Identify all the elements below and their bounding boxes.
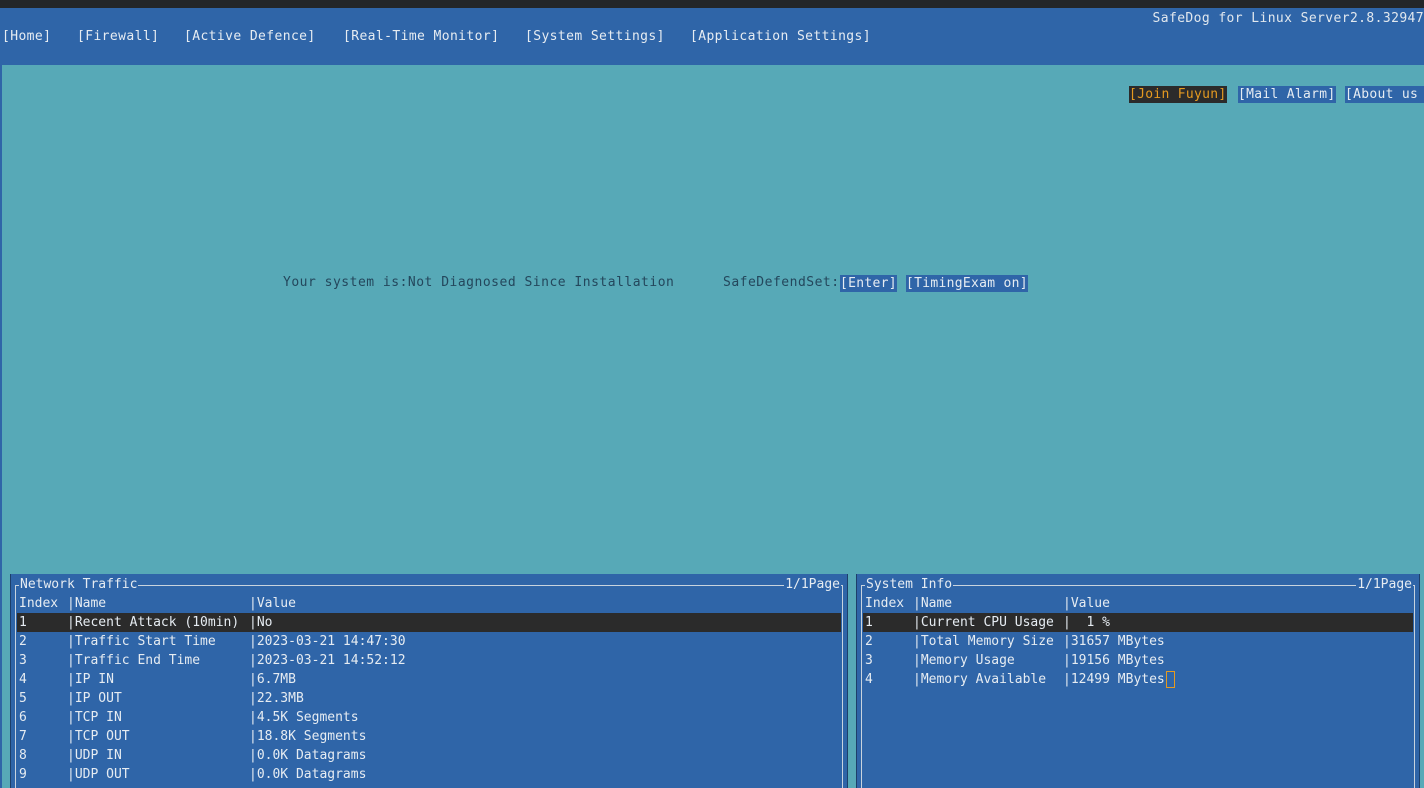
table-row[interactable]: 2 |Total Memory Size |31657 MBytes — [863, 632, 1413, 651]
header-name: |Name — [67, 596, 107, 611]
app-title: SafeDog for Linux Server2.8.32947 — [1152, 11, 1424, 26]
header-value: |Value — [1063, 596, 1110, 611]
menu-system-settings[interactable]: [System Settings] — [525, 29, 665, 44]
table-row[interactable]: 4 |IP IN |6.7MB — [17, 670, 841, 689]
row-index: 2 — [19, 634, 27, 649]
header-value: |Value — [249, 596, 296, 611]
header-name: |Name — [913, 596, 953, 611]
row-index: 6 — [19, 710, 27, 725]
row-index: 5 — [19, 691, 27, 706]
menu-application-settings[interactable]: [Application Settings] — [690, 29, 871, 44]
row-name: |Recent Attack (10min) — [67, 615, 240, 630]
join-fuyun-button[interactable]: [Join Fuyun] — [1129, 86, 1227, 103]
row-value: |31657 MBytes — [1063, 634, 1165, 649]
row-value: | 1 % — [1063, 615, 1110, 630]
table-row[interactable]: 3 |Traffic End Time |2023-03-21 14:52:12 — [17, 651, 841, 670]
row-value: |0.0K Datagrams — [249, 748, 367, 763]
row-index: 3 — [19, 653, 27, 668]
table-row[interactable]: 4 |Memory Available |12499 MBytes — [863, 670, 1413, 689]
row-name: |UDP OUT — [67, 767, 130, 782]
table-row[interactable]: 1 |Recent Attack (10min) |No — [17, 613, 841, 632]
enter-button[interactable]: [Enter] — [840, 275, 897, 292]
row-index: 4 — [19, 672, 27, 687]
row-value: |6.7MB — [249, 672, 296, 687]
text-cursor — [1165, 671, 1175, 688]
panel-page-indicator: 1/1Page — [1356, 577, 1413, 592]
about-us-button[interactable]: [About us — [1345, 86, 1424, 103]
table-row[interactable]: 7 |TCP OUT |18.8K Segments — [17, 727, 841, 746]
row-value: |2023-03-21 14:47:30 — [249, 634, 406, 649]
table-header: Index |Name |Value — [863, 594, 1413, 613]
row-value: |0.0K Datagrams — [249, 767, 367, 782]
system-info-panel: System Info 1/1Page Index |Name |Value 1… — [856, 574, 1420, 788]
table-row[interactable]: 1 |Current CPU Usage | 1 % — [863, 613, 1413, 632]
row-index: 3 — [865, 653, 873, 668]
row-name: |UDP IN — [67, 748, 122, 763]
row-index: 2 — [865, 634, 873, 649]
table-row[interactable]: 2 |Traffic Start Time |2023-03-21 14:47:… — [17, 632, 841, 651]
menu-real-time-monitor[interactable]: [Real-Time Monitor] — [343, 29, 499, 44]
table-row[interactable]: 9 |UDP OUT |0.0K Datagrams — [17, 765, 841, 784]
table-header: Index |Name |Value — [17, 594, 841, 613]
row-value: |12499 MBytes — [1063, 672, 1165, 687]
menu-bar: SafeDog for Linux Server2.8.32947 [Home]… — [0, 8, 1424, 65]
table-row[interactable]: 5 |IP OUT |22.3MB — [17, 689, 841, 708]
row-name: |IP OUT — [67, 691, 122, 706]
network-traffic-panel: Network Traffic 1/1Page Index |Name |Val… — [10, 574, 848, 788]
terminal-screen: SafeDog for Linux Server2.8.32947 [Home]… — [0, 0, 1424, 788]
panel-title: Network Traffic — [19, 577, 139, 592]
row-value: |4.5K Segments — [249, 710, 359, 725]
row-value: |2023-03-21 14:52:12 — [249, 653, 406, 668]
row-value: |22.3MB — [249, 691, 304, 706]
header-index: Index — [865, 596, 905, 611]
row-value: |19156 MBytes — [1063, 653, 1165, 668]
timing-exam-button[interactable]: [TimingExam on] — [906, 275, 1028, 292]
menu-firewall[interactable]: [Firewall] — [77, 29, 159, 44]
row-index: 9 — [19, 767, 27, 782]
row-name: |TCP IN — [67, 710, 122, 725]
system-status-text: Your system is:Not Diagnosed Since Insta… — [283, 275, 675, 290]
row-name: |Current CPU Usage — [913, 615, 1054, 630]
row-value: |18.8K Segments — [249, 729, 367, 744]
row-value: |No — [249, 615, 273, 630]
row-index: 1 — [865, 615, 873, 630]
menu-home[interactable]: [Home] — [2, 29, 51, 44]
panel-title: System Info — [865, 577, 954, 592]
row-name: |TCP OUT — [67, 729, 130, 744]
row-name: |Memory Available — [913, 672, 1047, 687]
left-border — [0, 65, 2, 788]
row-name: |IP IN — [67, 672, 114, 687]
mail-alarm-button[interactable]: [Mail Alarm] — [1238, 86, 1336, 103]
menu-active-defence[interactable]: [Active Defence] — [184, 29, 316, 44]
row-index: 4 — [865, 672, 873, 687]
row-index: 1 — [19, 615, 27, 630]
row-name: |Traffic End Time — [67, 653, 201, 668]
table-row[interactable]: 6 |TCP IN |4.5K Segments — [17, 708, 841, 727]
header-index: Index — [19, 596, 59, 611]
panel-page-indicator: 1/1Page — [784, 577, 841, 592]
row-name: |Traffic Start Time — [67, 634, 216, 649]
row-index: 8 — [19, 748, 27, 763]
row-name: |Memory Usage — [913, 653, 1015, 668]
table-row[interactable]: 3 |Memory Usage |19156 MBytes — [863, 651, 1413, 670]
table-row[interactable]: 8 |UDP IN |0.0K Datagrams — [17, 746, 841, 765]
row-index: 7 — [19, 729, 27, 744]
safe-defend-label: SafeDefendSet: — [723, 275, 840, 290]
window-top-edge — [0, 0, 1424, 8]
row-name: |Total Memory Size — [913, 634, 1054, 649]
